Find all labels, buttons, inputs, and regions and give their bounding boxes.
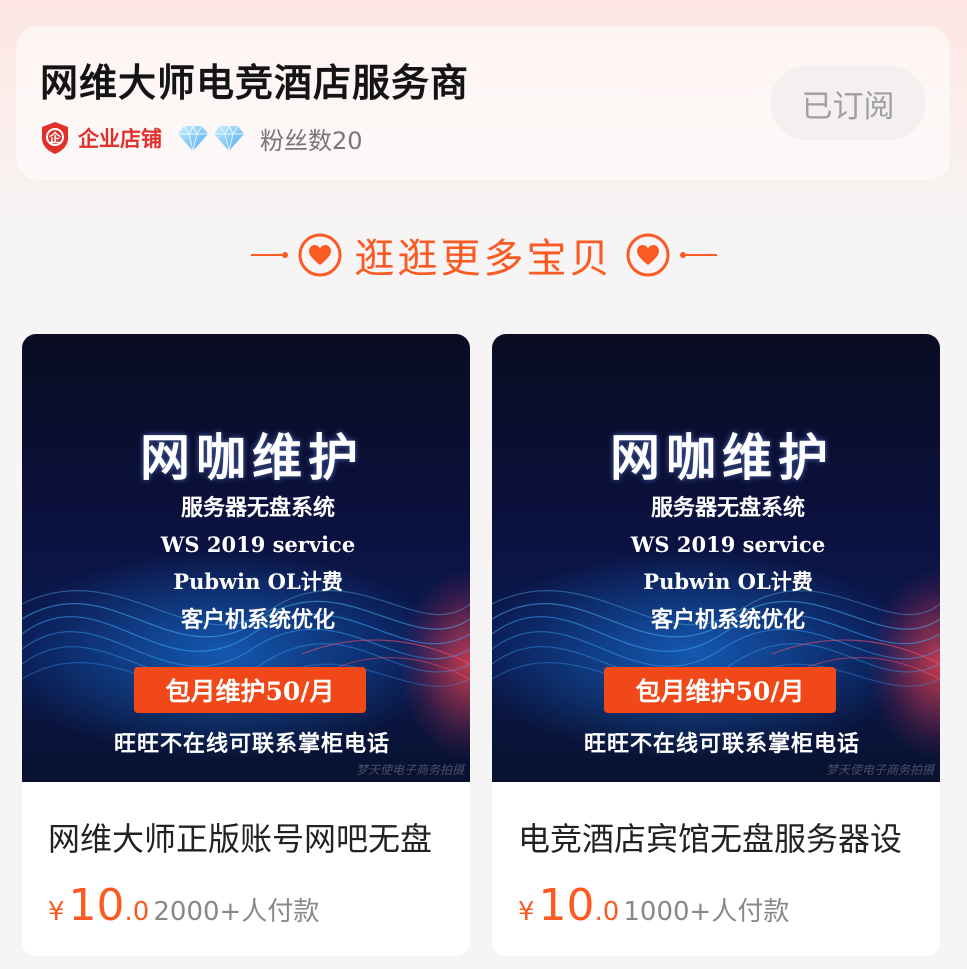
product-title[interactable]: 网维大师正版账号网吧无盘: [48, 814, 448, 860]
subscribed-button[interactable]: 已订阅: [770, 66, 926, 140]
image-watermark: 梦天使电子商务拍摄: [825, 763, 934, 777]
price-integer: 10: [538, 880, 595, 931]
shop-meta: 企 企业店铺 粉丝数20: [40, 120, 363, 156]
shop-name[interactable]: 网维大师电竞酒店服务商: [40, 52, 469, 107]
image-title: 网咖维护: [140, 428, 364, 487]
enterprise-store-label: 企业店铺: [78, 127, 162, 151]
image-line: 服务器无盘系统: [180, 495, 335, 521]
image-line: Pubwin OL计费: [643, 569, 813, 594]
shop-header-card[interactable]: 网维大师电竞酒店服务商 企 企业店铺 粉丝数20 已订阅: [16, 26, 950, 180]
wave-graphic: [22, 590, 470, 694]
image-line: WS 2019 service: [160, 532, 356, 557]
divider-line-left: [250, 252, 288, 258]
price-decimal: .0: [124, 897, 150, 927]
section-title: 逛逛更多宝贝: [354, 236, 613, 282]
image-line: Pubwin OL计费: [173, 569, 343, 594]
image-title: 网咖维护: [610, 428, 834, 487]
image-price-tag: 包月维护50/月: [604, 667, 836, 713]
wave-graphic: [492, 590, 940, 694]
product-title[interactable]: 电竞酒店宾馆无盘服务器设: [518, 814, 918, 860]
image-line: 服务器无盘系统: [650, 495, 805, 521]
image-line: 客户机系统优化: [180, 607, 335, 633]
image-line: WS 2019 service: [630, 532, 826, 557]
image-line: 客户机系统优化: [650, 607, 805, 633]
fans-count: 粉丝数20: [260, 126, 363, 155]
diamond-icon: [178, 124, 208, 152]
paid-count: 2000+人付款: [153, 897, 320, 927]
image-price-tag: 包月维护50/月: [134, 667, 366, 713]
divider-line-right: [679, 252, 717, 258]
enterprise-shield-icon: 企: [42, 122, 68, 154]
image-watermark: 梦天使电子商务拍摄: [355, 763, 464, 777]
price-currency: ¥: [518, 897, 535, 927]
product-image[interactable]: 网咖维护 服务器无盘系统 WS 2019 service Pubwin OL计费…: [22, 334, 470, 782]
image-footer: 旺旺不在线可联系掌柜电话: [583, 731, 860, 757]
product-image[interactable]: 网咖维护 服务器无盘系统 WS 2019 service Pubwin OL计费…: [492, 334, 940, 782]
heart-circle-icon: [626, 233, 669, 277]
product-card[interactable]: 网咖维护 服务器无盘系统 WS 2019 service Pubwin OL计费…: [22, 334, 470, 956]
price-row: ¥ 10 .0 1000+人付款: [518, 880, 789, 931]
image-footer: 旺旺不在线可联系掌柜电话: [113, 731, 390, 757]
heart-circle-icon: [298, 233, 341, 277]
section-divider: 逛逛更多宝贝: [0, 224, 967, 286]
paid-count: 1000+人付款: [623, 897, 790, 927]
price-currency: ¥: [48, 897, 65, 927]
price-row: ¥ 10 .0 2000+人付款: [48, 880, 319, 931]
diamond-icon: [214, 124, 244, 152]
svg-text:企: 企: [48, 130, 62, 145]
price-integer: 10: [68, 880, 125, 931]
product-card[interactable]: 网咖维护 服务器无盘系统 WS 2019 service Pubwin OL计费…: [492, 334, 940, 956]
price-decimal: .0: [594, 897, 620, 927]
